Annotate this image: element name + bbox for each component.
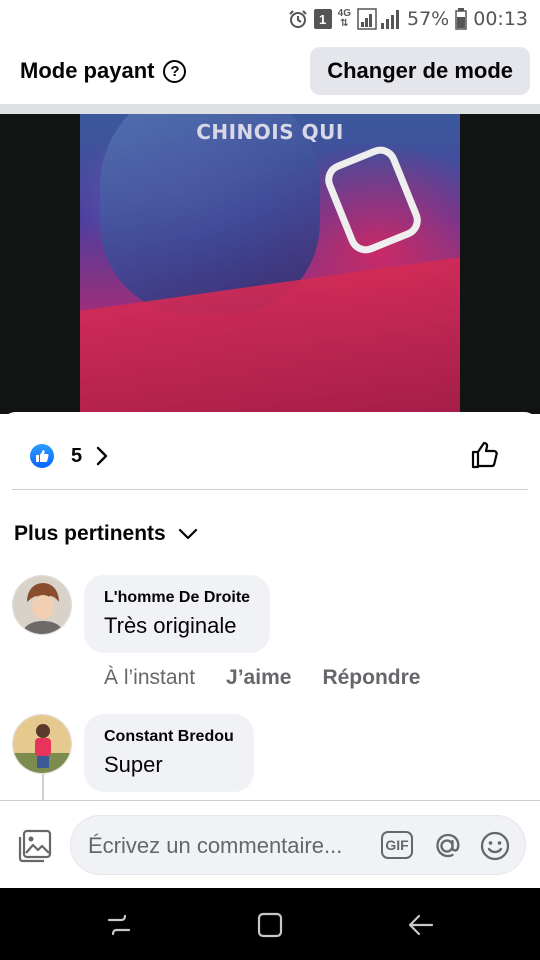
video-caption: CHINOIS QUI <box>196 120 344 144</box>
alarm-icon <box>288 9 308 29</box>
comment-like-button[interactable]: J’aime <box>226 666 291 690</box>
video-frame[interactable]: CHINOIS QUI <box>80 114 460 414</box>
status-bar: 1 4G ⇅ 57% 00:13 <box>0 0 540 38</box>
like-reaction-icon <box>30 444 54 468</box>
battery-icon <box>455 8 467 30</box>
comment-actions: À l’instant J’aime Répondre <box>104 666 420 690</box>
comment-item: L'homme De Droite Très originale <box>12 575 271 653</box>
like-button-thumb-icon[interactable] <box>470 440 500 475</box>
battery-percent: 57% <box>407 8 450 30</box>
notification-badge-icon: 1 <box>313 9 332 29</box>
back-icon[interactable] <box>408 912 434 943</box>
home-icon[interactable] <box>257 912 283 943</box>
comment-reply-button[interactable]: Répondre <box>322 666 420 690</box>
comment-item: Constant Bredou Super <box>12 714 254 792</box>
sort-label: Plus pertinents <box>14 522 166 545</box>
avatar[interactable] <box>12 575 72 635</box>
recent-apps-icon[interactable] <box>106 912 132 943</box>
mention-icon[interactable] <box>431 830 463 867</box>
header-divider <box>0 104 540 114</box>
comment-timestamp: À l’instant <box>104 666 196 689</box>
emoji-icon[interactable] <box>479 830 511 867</box>
reactions-summary[interactable]: 5 <box>30 444 108 468</box>
comment-composer: Écrivez un commentaire... GIF <box>0 800 540 886</box>
comment-text: Super <box>104 752 163 777</box>
chevron-down-icon <box>178 528 198 540</box>
photo-icon[interactable] <box>17 828 53 869</box>
avatar[interactable] <box>12 714 72 774</box>
comment-bubble[interactable]: Constant Bredou Super <box>84 714 254 792</box>
signal-bars-icon <box>357 8 401 30</box>
divider <box>12 489 528 490</box>
help-icon[interactable]: ? <box>163 59 187 83</box>
comment-bubble[interactable]: L'homme De Droite Très originale <box>84 575 271 653</box>
system-nav-bar <box>0 888 540 960</box>
reaction-count: 5 <box>71 444 83 467</box>
gif-button[interactable]: GIF <box>381 831 413 859</box>
video-player[interactable]: CHINOIS QUI <box>0 114 540 414</box>
comment-author[interactable]: Constant Bredou <box>104 728 234 746</box>
comment-input[interactable]: Écrivez un commentaire... GIF <box>70 815 526 875</box>
video-overlay-shape <box>319 141 427 259</box>
chevron-right-icon <box>96 446 108 466</box>
sort-dropdown[interactable]: Plus pertinents <box>14 522 198 546</box>
comment-text: Très originale <box>104 613 237 638</box>
page-title: Mode payant <box>20 58 155 83</box>
header: Mode payant ? Changer de mode <box>0 38 540 104</box>
comment-input-placeholder: Écrivez un commentaire... <box>88 833 343 858</box>
clock: 00:13 <box>473 8 528 30</box>
network-type-icon: 4G ⇅ <box>337 8 351 29</box>
comment-author[interactable]: L'homme De Droite <box>104 589 250 607</box>
change-mode-button[interactable]: Changer de mode <box>310 47 530 95</box>
